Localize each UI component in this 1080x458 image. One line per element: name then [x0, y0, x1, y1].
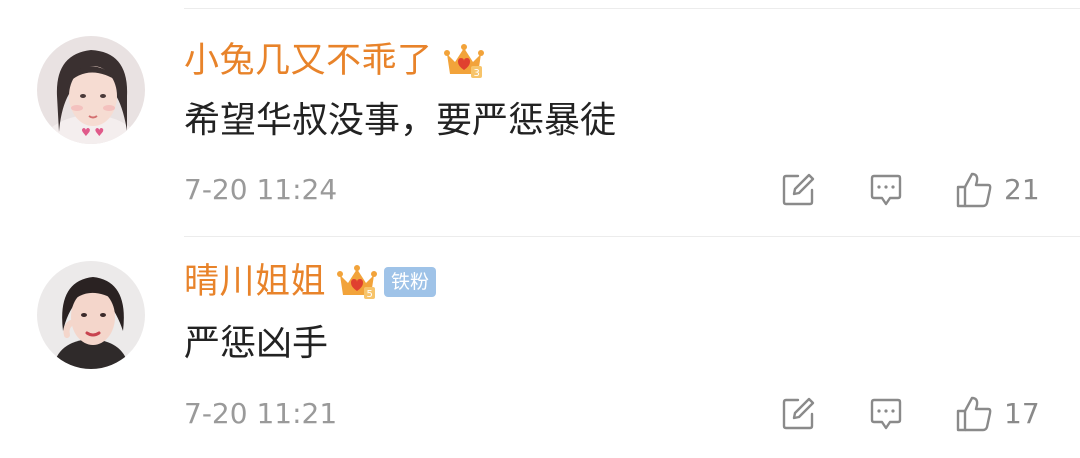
timestamp: 7-20 11:21 [184, 397, 338, 430]
avatar-image: ♥ ♥ [37, 36, 145, 144]
comment-header: 晴川姐姐 5 铁粉 [184, 257, 437, 307]
avatar[interactable] [37, 261, 145, 369]
repost-edit-icon[interactable] [780, 172, 816, 208]
comment-text: 希望华叔没事，要严惩暴徒 [184, 100, 617, 141]
svg-text:3: 3 [473, 68, 479, 79]
comment-item: ♥ ♥ 小兔几又不乖了 3 希望华叔没事，要严惩暴徒 7-20 11:24 21 [0, 0, 1080, 236]
thumbs-up-icon [956, 172, 992, 208]
comment-meta: 7-20 11:24 21 [184, 168, 1050, 212]
avatar[interactable]: ♥ ♥ [37, 36, 145, 144]
like-count: 17 [1004, 397, 1040, 430]
svg-text:5: 5 [367, 289, 373, 300]
comment-header: 小兔几又不乖了 3 [184, 36, 485, 86]
comment-bubble-icon[interactable] [868, 396, 904, 432]
vip-crown-icon[interactable]: 3 [443, 40, 485, 82]
username[interactable]: 小兔几又不乖了 [184, 36, 433, 86]
vip-crown-icon[interactable]: 5 [336, 261, 378, 303]
svg-text:♥ ♥: ♥ ♥ [81, 126, 104, 139]
like-button[interactable]: 21 [954, 168, 1040, 212]
like-button[interactable]: 17 [954, 392, 1040, 436]
repost-edit-icon[interactable] [780, 396, 816, 432]
thumbs-up-icon [956, 396, 992, 432]
comment-meta: 7-20 11:21 17 [184, 392, 1050, 436]
fan-badge[interactable]: 铁粉 [384, 267, 437, 297]
comment-item: 晴川姐姐 5 铁粉 严惩凶手 7-20 11:21 17 [0, 237, 1080, 458]
timestamp: 7-20 11:24 [184, 173, 338, 206]
avatar-image [37, 261, 145, 369]
comment-bubble-icon[interactable] [868, 172, 904, 208]
comment-text: 严惩凶手 [184, 323, 329, 364]
like-count: 21 [1004, 173, 1040, 206]
username[interactable]: 晴川姐姐 [184, 257, 326, 307]
